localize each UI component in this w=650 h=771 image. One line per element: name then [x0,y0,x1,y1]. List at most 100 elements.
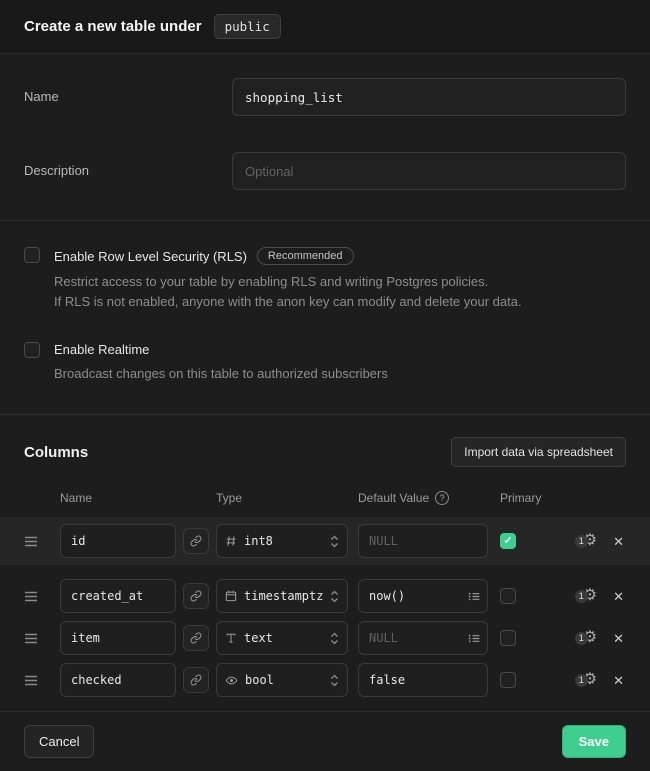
default-suggestions-button[interactable] [468,632,481,645]
foreign-key-link-button[interactable] [183,528,209,554]
column-settings-button[interactable]: 1 ⚙ [575,533,597,549]
settings-count-badge: 1 [575,632,588,645]
remove-column-button[interactable]: ✕ [613,632,624,645]
primary-cell [488,533,544,549]
link-cell [176,528,216,554]
column-settings-button[interactable]: 1 ⚙ [575,630,597,646]
link-icon [190,674,202,686]
rls-checkbox[interactable] [24,247,40,263]
column-settings-button[interactable]: 1 ⚙ [575,588,597,604]
letter-t-icon [225,632,237,644]
table-name-input[interactable] [232,78,626,116]
column-header-type: Type [216,491,348,505]
column-type-select[interactable]: int8 [216,524,348,558]
table-description-input[interactable] [232,152,626,190]
default-value-input[interactable] [358,663,488,697]
description-label: Description [24,152,232,190]
default-value-input[interactable] [358,524,488,558]
help-icon[interactable]: ? [435,491,449,505]
realtime-checkbox[interactable] [24,342,40,358]
select-chevrons-icon [330,589,339,604]
select-chevrons-icon [330,631,339,646]
column-type-label: timestamptz [244,589,323,603]
eye-icon [225,674,238,687]
default-value-cell [358,579,488,613]
primary-checkbox[interactable] [500,630,516,646]
foreign-key-link-button[interactable] [183,583,209,609]
column-type-label: text [244,631,323,645]
drag-handle-icon[interactable] [24,536,60,547]
table-meta-section: Name Description [0,54,650,221]
drag-handle-icon[interactable] [24,675,60,686]
primary-checkbox[interactable] [500,588,516,604]
save-button[interactable]: Save [562,725,626,758]
realtime-label: Enable Realtime [54,342,149,357]
hash-icon [225,535,237,547]
drag-handle-icon[interactable] [24,633,60,644]
primary-checkbox[interactable] [500,672,516,688]
column-settings-button[interactable]: 1 ⚙ [575,672,597,688]
row-actions: 1 ⚙ ✕ [544,533,626,549]
column-type-select[interactable]: text [216,621,348,655]
columns-section: Columns Import data via spreadsheet Name… [0,415,650,711]
link-cell [176,583,216,609]
default-value-cell [358,621,488,655]
column-name-input[interactable] [60,524,176,558]
link-icon [190,632,202,644]
link-cell [176,667,216,693]
rls-option-body: Enable Row Level Security (RLS) Recommen… [54,247,626,312]
settings-count-badge: 1 [575,590,588,603]
column-row: timestamptz 1 ⚙ ✕ [0,575,650,617]
dialog-header: Create a new table under public [0,0,650,54]
primary-cell [488,588,544,604]
calendar-icon [225,590,237,602]
name-field-row: Name [24,78,626,116]
realtime-option: Enable Realtime Broadcast changes on thi… [24,342,626,384]
foreign-key-link-button[interactable] [183,667,209,693]
column-name-input[interactable] [60,621,176,655]
default-value-cell [358,663,488,697]
import-spreadsheet-button[interactable]: Import data via spreadsheet [451,437,626,467]
column-type-select[interactable]: timestamptz [216,579,348,613]
rls-option: Enable Row Level Security (RLS) Recommen… [24,247,626,312]
column-row: int8 1 ⚙ ✕ [0,517,650,565]
column-row: text 1 ⚙ ✕ [0,617,650,659]
drag-handle-icon[interactable] [24,591,60,602]
remove-column-button[interactable]: ✕ [613,590,624,603]
link-icon [190,535,202,547]
row-actions: 1 ⚙ ✕ [544,588,626,604]
remove-column-button[interactable]: ✕ [613,535,624,548]
table-options-section: Enable Row Level Security (RLS) Recommen… [0,221,650,415]
row-actions: 1 ⚙ ✕ [544,630,626,646]
columns-title: Columns [24,444,88,461]
primary-cell [488,672,544,688]
column-type-select[interactable]: bool [216,663,348,697]
realtime-description: Broadcast changes on this table to autho… [54,364,626,384]
default-suggestions-button[interactable] [468,590,481,603]
rls-title-row: Enable Row Level Security (RLS) Recommen… [54,247,626,265]
settings-count-badge: 1 [575,535,588,548]
cancel-button[interactable]: Cancel [24,725,94,758]
primary-checkbox[interactable] [500,533,516,549]
list-icon [468,590,481,603]
column-name-input[interactable] [60,663,176,697]
rls-description-line1: Restrict access to your table by enablin… [54,272,626,292]
column-name-input[interactable] [60,579,176,613]
rls-label: Enable Row Level Security (RLS) [54,249,247,264]
columns-head: Columns Import data via spreadsheet [0,437,650,467]
select-chevrons-icon [330,534,339,549]
foreign-key-link-button[interactable] [183,625,209,651]
realtime-option-body: Enable Realtime Broadcast changes on thi… [54,342,626,384]
link-icon [190,590,202,602]
columns-header-row: Name Type Default Value ? Primary [0,491,650,505]
list-icon [468,632,481,645]
select-chevrons-icon [330,673,339,688]
remove-column-button[interactable]: ✕ [613,674,624,687]
settings-count-badge: 1 [575,674,588,687]
realtime-title-row: Enable Realtime [54,342,626,357]
column-type-label: int8 [244,534,323,548]
default-value-cell [358,524,488,558]
column-header-primary: Primary [488,491,544,505]
column-row: bool 1 ⚙ ✕ [0,659,650,701]
column-header-default: Default Value [358,491,429,505]
